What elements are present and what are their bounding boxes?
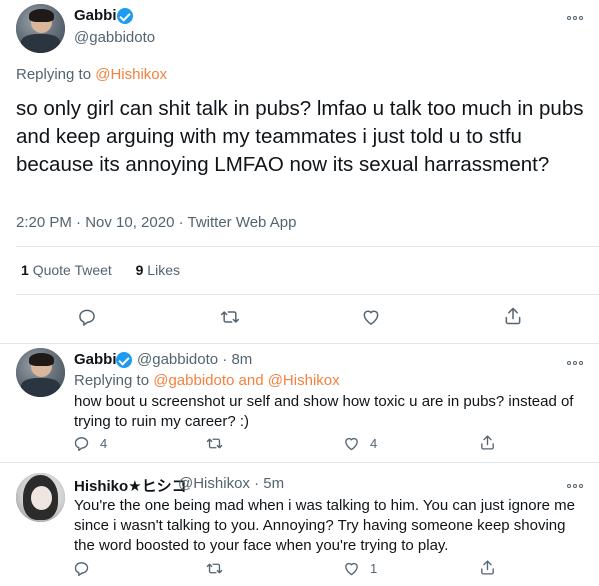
- reply-icon: [74, 437, 89, 451]
- tweet-text: so only girl can shit talk in pubs? lmfa…: [16, 97, 584, 176]
- main-tweet: Gabbi @gabbidoto Replying to @Hishikox s…: [0, 0, 599, 343]
- retweet-icon: [206, 563, 223, 574]
- share-button[interactable]: [503, 306, 523, 326]
- divider: [16, 246, 599, 247]
- tweet-text: how bout u screenshot ur self and show h…: [74, 393, 574, 430]
- share-icon: [481, 560, 494, 575]
- reply-tweet[interactable]: Gabbi @gabbidoto · 8m Replying to @gabbi…: [0, 344, 599, 462]
- author-name[interactable]: Gabbi: [74, 351, 117, 368]
- retweet-icon: [206, 438, 223, 449]
- reply-tweet[interactable]: Hishiko★ヒシコ @Hishikox · 5m You're the on…: [0, 463, 599, 586]
- more-icon[interactable]: [565, 475, 583, 491]
- replying-to: Replying to @gabbidoto and @Hishikox: [74, 372, 340, 389]
- like-button[interactable]: 1: [343, 560, 377, 577]
- share-icon: [505, 307, 521, 325]
- divider: [16, 294, 599, 295]
- retweet-icon: [220, 311, 240, 323]
- author-handle[interactable]: @gabbidoto: [74, 29, 155, 46]
- reply-icon: [79, 309, 95, 326]
- verified-badge-icon: [117, 8, 133, 24]
- replying-to: Replying to @Hishikox: [16, 66, 167, 83]
- avatar[interactable]: [16, 348, 65, 397]
- share-button[interactable]: [479, 559, 496, 576]
- tweet-meta[interactable]: 2:20 PM · Nov 10, 2020 · Twitter Web App: [16, 214, 296, 231]
- reply-button[interactable]: 4: [73, 435, 107, 452]
- author-handle-time[interactable]: @gabbidoto · 8m: [137, 351, 252, 368]
- like-icon: [345, 562, 358, 576]
- author-handle-time[interactable]: @Hishikox · 5m: [178, 475, 284, 492]
- retweet-button[interactable]: [205, 560, 224, 577]
- replying-to-link[interactable]: @gabbidoto and @Hishikox: [153, 372, 339, 389]
- reply-icon: [74, 562, 89, 576]
- like-count: 1: [370, 561, 378, 576]
- like-button[interactable]: 4: [343, 435, 377, 452]
- like-button[interactable]: [361, 307, 381, 327]
- more-icon[interactable]: [565, 7, 583, 23]
- more-icon[interactable]: [565, 352, 583, 368]
- verified-badge-icon: [116, 352, 132, 368]
- avatar[interactable]: [16, 4, 65, 53]
- reply-button[interactable]: [77, 307, 97, 327]
- likes-stat[interactable]: 9 Likes: [136, 262, 180, 278]
- tweet-stats: 1 Quote Tweet 9 Likes: [21, 262, 180, 278]
- quote-tweets-stat[interactable]: 1 Quote Tweet: [21, 262, 112, 278]
- like-icon: [363, 310, 379, 325]
- replying-prefix: Replying to: [16, 66, 96, 83]
- share-icon: [481, 435, 494, 450]
- avatar[interactable]: [16, 473, 65, 522]
- share-button[interactable]: [479, 434, 496, 451]
- replying-to-link[interactable]: @Hishikox: [95, 66, 167, 83]
- replying-prefix: Replying to: [74, 372, 154, 389]
- like-count: 4: [370, 436, 378, 451]
- author-name[interactable]: Gabbi: [74, 7, 117, 24]
- tweet-text: You're the one being mad when i was talk…: [74, 497, 575, 554]
- retweet-button[interactable]: [205, 435, 224, 452]
- reply-count: 4: [100, 436, 108, 451]
- author-name[interactable]: Hishiko★ヒシコ: [74, 475, 187, 496]
- like-icon: [345, 437, 358, 451]
- reply-button[interactable]: [73, 560, 90, 577]
- retweet-button[interactable]: [219, 307, 241, 327]
